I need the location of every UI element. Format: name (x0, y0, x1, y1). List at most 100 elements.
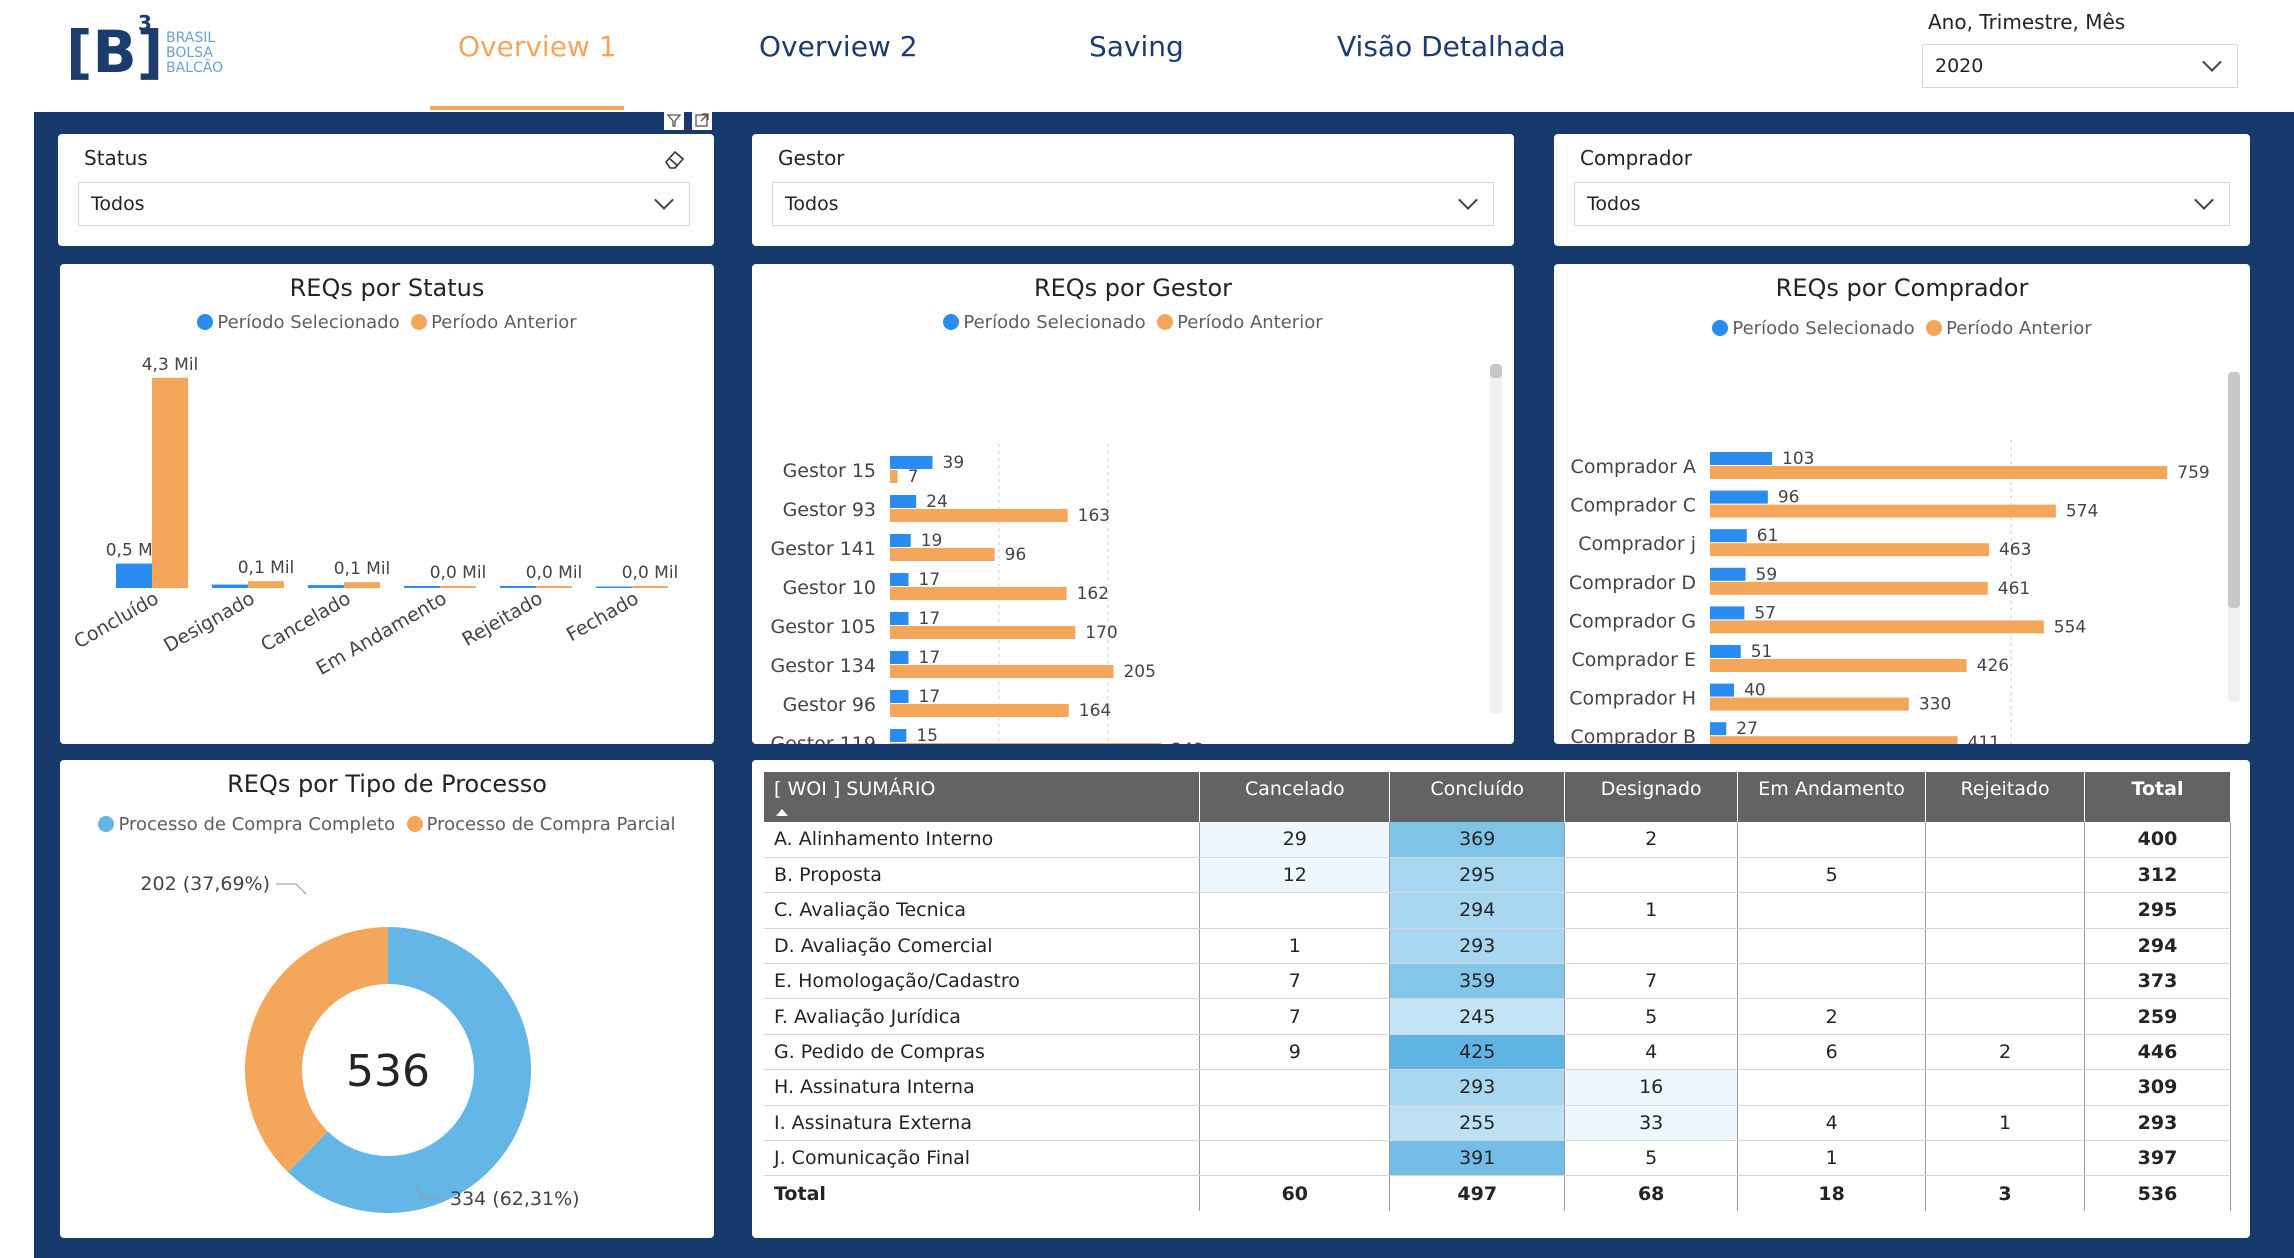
table-row: C. Avaliação Tecnica 294 1 295 (764, 892, 2231, 929)
bar-previous-1[interactable] (248, 581, 284, 588)
row-label-cell: F. Avaliação Jurídica (764, 998, 1201, 1035)
table-cell (1925, 998, 2086, 1035)
comprador-dropdown[interactable]: Todos (1574, 182, 2230, 226)
table-cell: 2 (1564, 822, 1739, 858)
tab-overview-1[interactable]: Overview 1 (458, 30, 617, 63)
chevron-down-icon (2194, 190, 2214, 210)
comprador-chart-scrollbar[interactable] (2228, 372, 2240, 702)
bar-previous-1[interactable] (1710, 504, 2056, 518)
column-header[interactable]: Concluído (1389, 772, 1566, 822)
bar-previous-0[interactable] (890, 470, 898, 483)
bar-selected-0[interactable] (116, 563, 152, 588)
table-cell: 497 (1389, 1175, 1566, 1212)
bar-previous-3[interactable] (1710, 581, 1988, 595)
bar-data-label: 15 (916, 726, 938, 744)
table-cell: 1 (1564, 892, 1739, 929)
column-header-label: Cancelado (1244, 778, 1345, 800)
gestor-dropdown[interactable]: Todos (772, 182, 1494, 226)
bar-selected-6[interactable] (890, 690, 909, 703)
tab-overview-2[interactable]: Overview 2 (759, 30, 918, 63)
bar-previous-5[interactable] (632, 586, 668, 588)
table-cell: 18 (1737, 1175, 1927, 1212)
bar-data-label: 39 (943, 453, 965, 473)
bar-selected-3[interactable] (1710, 567, 1746, 581)
bar-previous-2[interactable] (890, 548, 995, 561)
bar-selected-5[interactable] (1710, 645, 1741, 658)
bar-selected-2[interactable] (890, 534, 911, 547)
bar-previous-1[interactable] (890, 509, 1068, 522)
bar-selected-2[interactable] (308, 585, 344, 588)
bar-previous-4[interactable] (1710, 620, 2044, 634)
bar-selected-1[interactable] (212, 584, 248, 588)
tab-saving[interactable]: Saving (1089, 30, 1184, 63)
b3-logo: [B] 3 BRASIL BOLSA BALCÃO (66, 11, 246, 86)
gestor-chart-scroll-thumb[interactable] (1490, 364, 1502, 378)
sort-ascending-icon[interactable] (774, 800, 1199, 816)
eraser-icon[interactable] (662, 146, 688, 172)
gestor-chart-scrollbar[interactable] (1490, 364, 1502, 714)
bar-selected-1[interactable] (890, 495, 917, 508)
bar-previous-6[interactable] (1710, 697, 1909, 711)
tab-visao-detalhada[interactable]: Visão Detalhada (1337, 30, 1566, 63)
gestor-chart-card: REQs por Gestor Período Selecionado Perí… (752, 264, 1514, 744)
bar-selected-5[interactable] (890, 651, 909, 664)
bar-selected-3[interactable] (404, 586, 440, 588)
column-header[interactable]: Cancelado (1199, 772, 1391, 822)
bar-selected-0[interactable] (1710, 452, 1773, 465)
bar-data-label: 574 (2066, 502, 2098, 522)
row-label-cell: I. Assinatura Externa (764, 1105, 1201, 1142)
legend-dot-selected (943, 314, 960, 330)
status-dropdown[interactable]: Todos (78, 182, 690, 226)
column-header[interactable]: Em Andamento (1737, 772, 1927, 822)
table-cell: 295 (2084, 892, 2231, 929)
table-cell: 294 (2084, 928, 2231, 965)
table-cell: 425 (1389, 1034, 1566, 1071)
bar-previous-4[interactable] (536, 586, 572, 588)
table-cell (1737, 822, 1927, 858)
column-header[interactable]: Rejeitado (1925, 772, 2086, 822)
bar-previous-5[interactable] (1710, 659, 1967, 672)
bar-previous-0[interactable] (1710, 466, 2168, 479)
logo-line1: BRASIL (166, 30, 215, 46)
bar-selected-7[interactable] (1710, 722, 1727, 736)
bar-selected-4[interactable] (500, 586, 536, 588)
bar-previous-6[interactable] (890, 704, 1069, 717)
bar-previous-7[interactable] (890, 743, 1162, 744)
column-header-row-label[interactable]: [ WOI ] SUMÁRIO (764, 772, 1201, 822)
column-header[interactable]: Designado (1564, 772, 1739, 822)
y-category-label: Comprador B (1571, 726, 1697, 744)
bar-previous-7[interactable] (1710, 736, 1958, 744)
bar-previous-2[interactable] (344, 582, 380, 588)
table-cell: 293 (2084, 1105, 2231, 1142)
bar-previous-4[interactable] (890, 626, 1076, 639)
logo-line2: BOLSA (166, 45, 213, 61)
filter-icon[interactable] (664, 110, 684, 130)
bar-selected-4[interactable] (1710, 606, 1745, 620)
bar-selected-6[interactable] (1710, 683, 1735, 697)
table-cell: 12 (1199, 857, 1391, 894)
tipo-processo-title: REQs por Tipo de Processo (227, 770, 547, 798)
y-category-label: Gestor 96 (783, 694, 876, 716)
period-dropdown[interactable]: 2020 (1922, 44, 2238, 88)
comprador-chart-scroll-thumb[interactable] (2228, 372, 2240, 608)
bar-selected-7[interactable] (890, 729, 907, 742)
bar-previous-2[interactable] (1710, 543, 1989, 557)
bar-previous-3[interactable] (890, 587, 1067, 600)
row-label-cell: E. Homologação/Cadastro (764, 963, 1201, 1000)
focus-mode-icon[interactable] (692, 110, 712, 130)
tipo-processo-donut: 536 202 (37,69%) 334 (62,31%) (140, 873, 580, 1213)
bar-selected-4[interactable] (890, 612, 909, 625)
status-chart-title: REQs por Status (289, 274, 485, 302)
bar-selected-1[interactable] (1710, 490, 1768, 504)
bar-previous-3[interactable] (440, 586, 476, 588)
bar-previous-5[interactable] (890, 665, 1114, 678)
y-category-label: Gestor 134 (770, 655, 876, 677)
bar-selected-2[interactable] (1710, 529, 1747, 543)
table-cell: 4 (1564, 1034, 1739, 1071)
bar-selected-3[interactable] (890, 573, 909, 586)
bar-previous-0[interactable] (152, 377, 188, 588)
column-header[interactable]: Total (2084, 772, 2231, 822)
bar-selected-5[interactable] (596, 586, 632, 589)
status-slicer-title: Status (84, 146, 148, 170)
table-cell: 397 (2084, 1140, 2231, 1177)
